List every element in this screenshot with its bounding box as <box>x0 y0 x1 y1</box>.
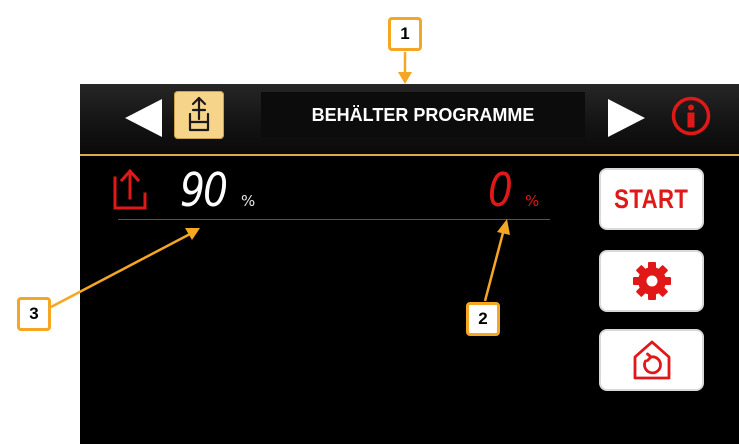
callout-arrows <box>50 52 510 309</box>
callout-2-arrow <box>483 228 506 302</box>
callout-3-arrow <box>50 232 191 309</box>
callout-2: 2 <box>466 302 500 336</box>
callout-1: 1 <box>388 17 422 51</box>
callout-3: 3 <box>17 297 51 331</box>
